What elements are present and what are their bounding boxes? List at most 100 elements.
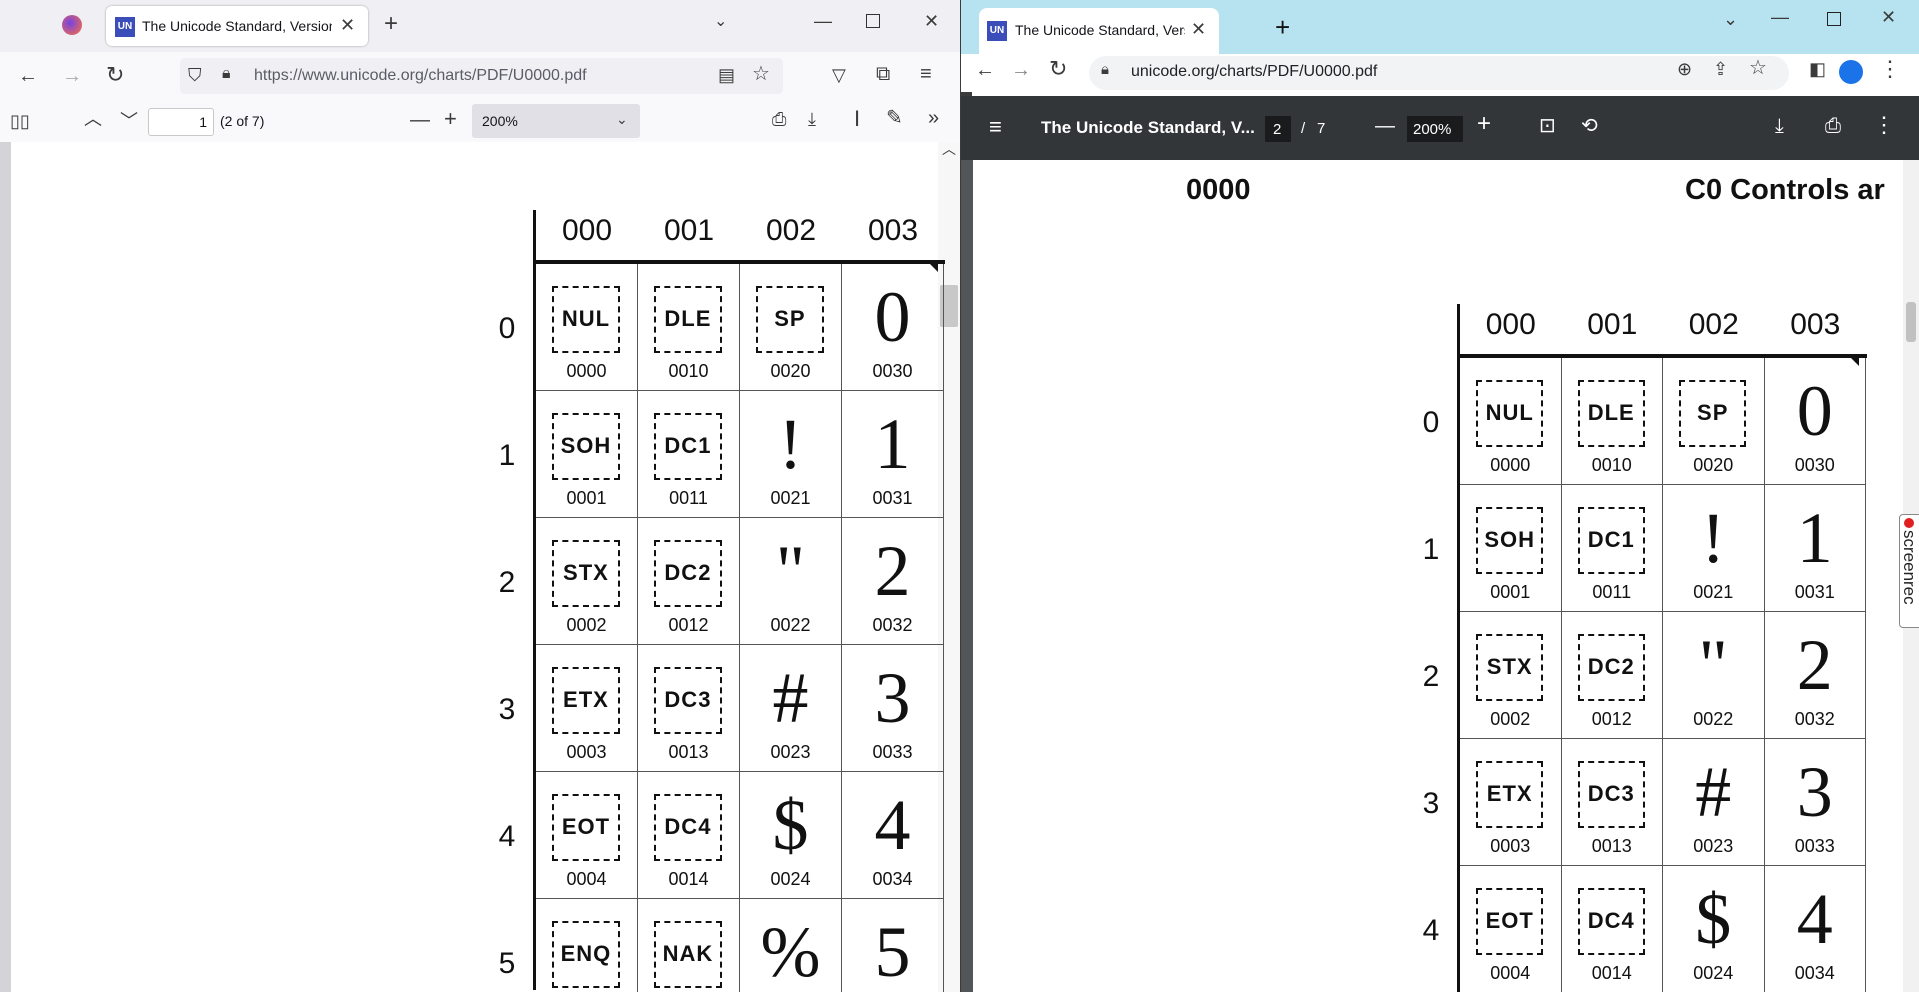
chart-cell[interactable]: 2 0032 [842, 518, 944, 645]
close-icon[interactable]: ✕ [340, 16, 355, 34]
pocket-icon[interactable]: ▽ [832, 66, 846, 84]
chart-cell[interactable]: DC4 0014 [638, 772, 740, 899]
scrollbar-thumb[interactable] [1906, 302, 1916, 342]
chart-cell[interactable]: ETX 0003 [536, 645, 638, 772]
chart-cell[interactable]: NUL 0000 [1460, 358, 1562, 485]
active-tab[interactable]: UN The Unicode Standard, Version 1 ✕ [106, 6, 368, 46]
back-icon[interactable]: ← [975, 60, 995, 80]
tab-search-icon[interactable]: ⌄ [1723, 10, 1738, 28]
chart-cell[interactable]: 50035 [842, 899, 944, 992]
previous-page-icon[interactable]: ︿ [84, 110, 102, 128]
chart-cell[interactable]: ! 0021 [740, 391, 842, 518]
sidebar-toggle-icon[interactable]: ▯▯ [10, 112, 30, 130]
close-window-icon[interactable]: ✕ [1881, 8, 1896, 26]
zoom-in-icon[interactable]: + [444, 108, 457, 130]
chart-cell[interactable]: EOT 0004 [1460, 866, 1562, 992]
print-icon[interactable]: ⎙ [772, 110, 786, 128]
lock-icon[interactable]: 🔒︎ [222, 66, 231, 82]
chart-cell[interactable]: SOH 0001 [536, 391, 638, 518]
chart-cell[interactable]: ENQ0005 [536, 899, 638, 992]
chart-cell[interactable]: 0 0030 [842, 264, 944, 391]
page-number-input[interactable]: 1 [148, 108, 214, 136]
new-tab-icon[interactable]: + [384, 12, 398, 36]
chart-cell[interactable]: STX 0002 [536, 518, 638, 645]
back-icon[interactable]: ← [18, 66, 38, 86]
chart-cell[interactable]: 3 0033 [842, 645, 944, 772]
chart-cell[interactable]: $0024 [740, 772, 842, 899]
draw-tool-icon[interactable]: ✎ [886, 108, 903, 128]
chart-cell[interactable]: SP 0020 [1663, 358, 1765, 485]
chart-cell[interactable]: DC3 0013 [638, 645, 740, 772]
chart-cell[interactable]: DC2 0012 [638, 518, 740, 645]
chart-cell[interactable]: DC2 0012 [1561, 612, 1663, 739]
shield-icon[interactable]: ⛉ [188, 66, 202, 84]
reload-icon[interactable]: ↻ [1049, 58, 1067, 80]
zoom-out-icon[interactable]: — [1375, 116, 1395, 136]
active-tab[interactable]: UN The Unicode Standard, Version 1 ✕ [979, 8, 1219, 54]
rotate-icon[interactable]: ⟲ [1581, 116, 1598, 136]
fit-page-icon[interactable]: ⊡ [1539, 116, 1556, 136]
chart-cell[interactable]: 1 0031 [842, 391, 944, 518]
text-tool-icon[interactable]: I [854, 108, 860, 130]
close-window-icon[interactable]: ✕ [924, 12, 939, 30]
zoom-select[interactable]: 200% ⌄ [472, 104, 640, 138]
url-text[interactable]: https://www.unicode.org/charts/PDF/U0000… [254, 67, 587, 85]
tab-list-icon[interactable]: ⌄ [714, 14, 727, 30]
chart-cell[interactable]: 1 0031 [1764, 485, 1866, 612]
zoom-in-icon[interactable]: + [1477, 112, 1491, 136]
forward-icon[interactable]: → [1011, 60, 1031, 80]
print-icon[interactable]: ⎙ [1825, 116, 1841, 136]
lock-icon[interactable]: 🔒︎ [1101, 62, 1109, 77]
chart-cell[interactable]: STX 0002 [1460, 612, 1562, 739]
chart-cell[interactable]: 4 0034 [842, 772, 944, 899]
chart-cell[interactable]: DLE 0010 [1561, 358, 1663, 485]
save-icon[interactable]: ⤓ [808, 110, 816, 128]
zoom-out-icon[interactable]: — [410, 110, 430, 130]
menu-icon[interactable]: ≡ [920, 64, 932, 84]
maximize-icon[interactable] [1827, 12, 1841, 26]
firefox-logo-icon[interactable] [62, 15, 82, 35]
forward-icon[interactable]: → [62, 66, 82, 86]
chart-cell[interactable]: NUL 0000 [536, 264, 638, 391]
share-icon[interactable]: ⇪ [1713, 60, 1728, 78]
download-icon[interactable]: ⤓ [1775, 116, 1784, 136]
extensions-icon[interactable]: ⧉ [876, 64, 890, 84]
chart-cell[interactable]: SOH 0001 [1460, 485, 1562, 612]
chart-cell[interactable]: 3 0033 [1764, 739, 1866, 866]
url-text[interactable]: unicode.org/charts/PDF/U0000.pdf [1131, 63, 1377, 81]
page-number-input[interactable]: 2 [1265, 116, 1291, 142]
more-icon[interactable]: ⋮ [1873, 114, 1895, 136]
chart-cell[interactable]: SP 0020 [740, 264, 842, 391]
chart-cell[interactable]: " 0022 [740, 518, 842, 645]
zoom-input[interactable]: 200% [1407, 116, 1463, 142]
chart-cell[interactable]: $0024 [1663, 866, 1765, 992]
chart-cell[interactable]: " 0022 [1663, 612, 1765, 739]
side-panel-icon[interactable]: ◧ [1809, 60, 1826, 78]
maximize-icon[interactable] [866, 14, 880, 28]
chart-cell[interactable]: #0023 [740, 645, 842, 772]
chart-cell[interactable]: ETX 0003 [1460, 739, 1562, 866]
profile-icon[interactable] [1839, 60, 1863, 84]
zoom-icon[interactable]: ⊕ [1677, 60, 1692, 78]
close-icon[interactable]: ✕ [1191, 20, 1206, 38]
minimize-icon[interactable]: — [1771, 8, 1789, 26]
chart-cell[interactable]: DC4 0014 [1562, 866, 1663, 992]
chart-cell[interactable]: 4 0034 [1765, 866, 1866, 992]
chart-cell[interactable]: NAK0015 [638, 899, 740, 992]
reload-icon[interactable]: ↻ [106, 64, 124, 86]
chart-cell[interactable]: DLE 0010 [638, 264, 740, 391]
chart-cell[interactable]: ! 0021 [1663, 485, 1765, 612]
bookmark-star-icon[interactable]: ☆ [1749, 58, 1767, 78]
chart-cell[interactable]: %0025 [740, 899, 842, 992]
chart-cell[interactable]: 2 0032 [1764, 612, 1866, 739]
bookmark-star-icon[interactable]: ☆ [752, 64, 770, 84]
scroll-up-icon[interactable]: ︿ [942, 142, 956, 156]
chart-cell[interactable]: DC3 0013 [1561, 739, 1663, 866]
next-page-icon[interactable]: ﹀ [120, 112, 138, 130]
new-tab-icon[interactable]: + [1275, 14, 1290, 40]
chart-cell[interactable]: DC1 0011 [638, 391, 740, 518]
more-tools-icon[interactable]: » [928, 108, 939, 128]
reader-view-icon[interactable]: ▤ [718, 66, 735, 84]
hamburger-icon[interactable]: ≡ [989, 116, 1002, 138]
chart-cell[interactable]: 0 0030 [1764, 358, 1866, 485]
